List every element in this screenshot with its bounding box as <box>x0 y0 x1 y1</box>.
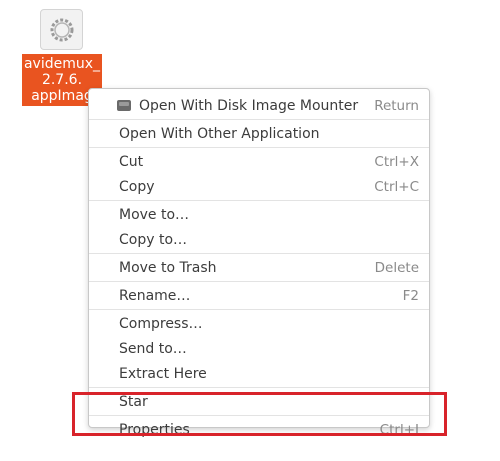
menu-item-move-to[interactable]: Move to… <box>89 202 429 227</box>
menu-section-star: Star <box>89 388 429 416</box>
menu-item-label: Send to… <box>119 340 187 357</box>
menu-item-label: Open With Other Application <box>119 125 320 142</box>
menu-section-trash: Move to Trash Delete <box>89 254 429 282</box>
gear-icon <box>50 18 73 41</box>
menu-item-rename[interactable]: Rename… F2 <box>89 283 429 308</box>
appimage-file-icon[interactable] <box>40 9 83 50</box>
context-menu: Open With Disk Image Mounter Return Open… <box>88 88 430 438</box>
menu-item-cut[interactable]: Cut Ctrl+X <box>89 149 429 174</box>
menu-item-label: Star <box>119 393 148 410</box>
menu-item-shortcut: Delete <box>374 259 419 276</box>
menu-item-label: Move to… <box>119 206 190 223</box>
menu-item-send-to[interactable]: Send to… <box>89 336 429 361</box>
menu-item-shortcut: Ctrl+C <box>374 178 419 195</box>
menu-section-rename: Rename… F2 <box>89 282 429 310</box>
menu-item-open-with-other-application[interactable]: Open With Other Application <box>89 121 429 146</box>
menu-item-left: Open With Disk Image Mounter <box>117 97 359 114</box>
menu-item-star[interactable]: Star <box>89 389 429 414</box>
menu-item-open-with-disk-image-mounter[interactable]: Open With Disk Image Mounter Return <box>89 93 429 118</box>
menu-item-move-to-trash[interactable]: Move to Trash Delete <box>89 255 429 280</box>
menu-section-open-other: Open With Other Application <box>89 120 429 148</box>
desktop: avidemux_ 2.7.6. appImag Open With Disk … <box>0 0 500 461</box>
menu-item-label: Copy to… <box>119 231 188 248</box>
menu-item-shortcut: Ctrl+X <box>374 153 419 170</box>
menu-item-shortcut: Return <box>374 97 419 114</box>
menu-item-label: Copy <box>119 178 155 195</box>
menu-item-label: Properties <box>119 421 190 438</box>
menu-section-archive: Compress… Send to… Extract Here <box>89 310 429 388</box>
menu-item-label: Open With Disk Image Mounter <box>139 97 359 114</box>
menu-section-clipboard: Cut Ctrl+X Copy Ctrl+C <box>89 148 429 201</box>
menu-section-open-mounter: Open With Disk Image Mounter Return <box>89 92 429 120</box>
menu-item-label: Rename… <box>119 287 191 304</box>
menu-item-shortcut: Ctrl+I <box>379 421 419 438</box>
menu-section-move-copy: Move to… Copy to… <box>89 201 429 254</box>
menu-item-label: Extract Here <box>119 365 207 382</box>
drive-icon <box>117 100 131 111</box>
menu-item-shortcut: F2 <box>402 287 419 304</box>
file-name-line-2: 2.7.6. <box>41 72 83 88</box>
menu-item-compress[interactable]: Compress… <box>89 311 429 336</box>
file-name-line-1: avidemux_ <box>23 56 101 72</box>
menu-item-label: Move to Trash <box>119 259 217 276</box>
menu-item-extract-here[interactable]: Extract Here <box>89 361 429 386</box>
menu-item-properties[interactable]: Properties Ctrl+I <box>89 417 429 442</box>
menu-section-properties: Properties Ctrl+I <box>89 416 429 443</box>
menu-item-label: Compress… <box>119 315 203 332</box>
menu-item-copy[interactable]: Copy Ctrl+C <box>89 174 429 199</box>
menu-item-copy-to[interactable]: Copy to… <box>89 227 429 252</box>
menu-item-label: Cut <box>119 153 144 170</box>
